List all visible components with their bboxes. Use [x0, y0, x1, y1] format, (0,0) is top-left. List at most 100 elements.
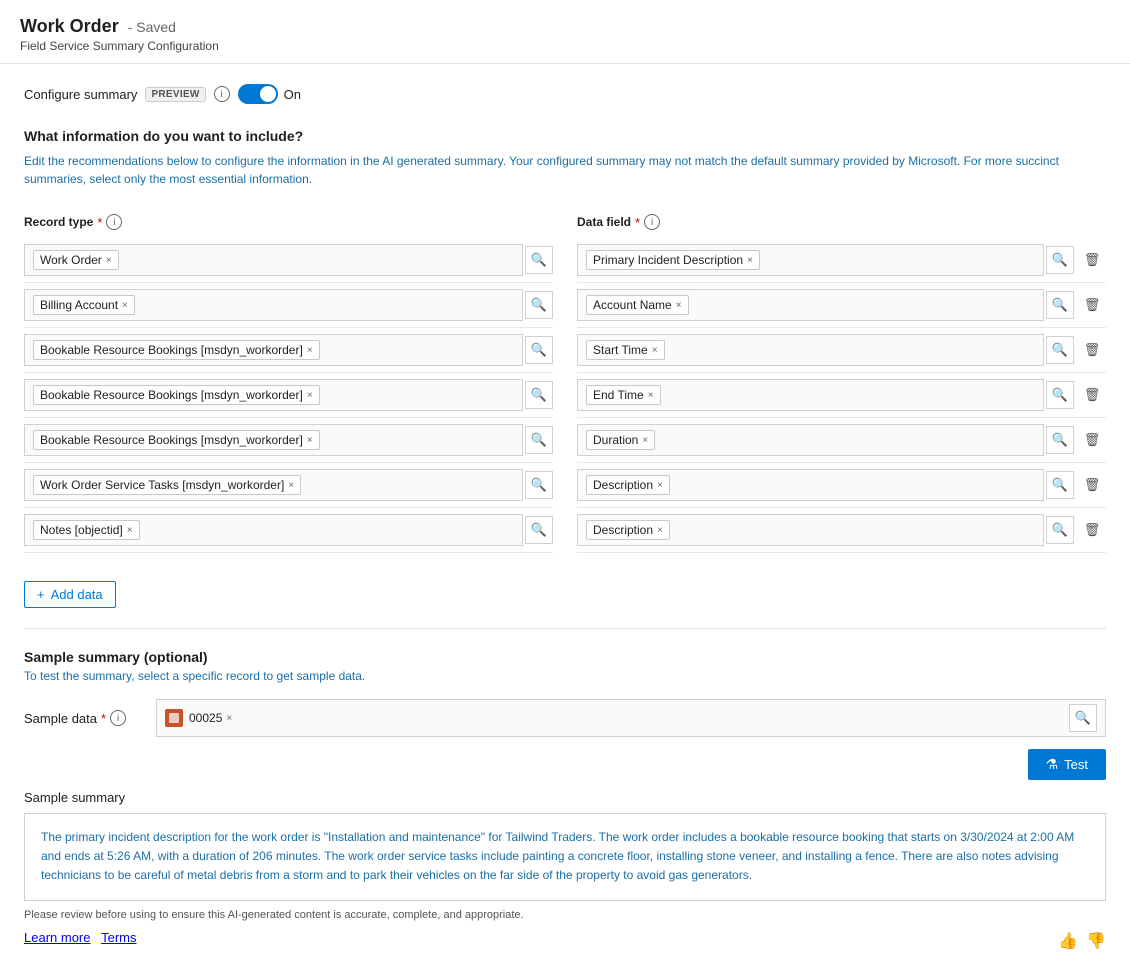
record-tag-remove-5[interactable]: ×	[307, 435, 313, 446]
record-input-5[interactable]: Bookable Resource Bookings [msdyn_workor…	[24, 424, 523, 456]
record-search-btn-2[interactable]: 🔍	[525, 291, 553, 319]
df-input-7[interactable]: Description ×	[577, 514, 1044, 546]
df-search-btn-5[interactable]: 🔍	[1046, 426, 1074, 454]
record-input-1[interactable]: Work Order ×	[24, 244, 523, 276]
df-search-btn-7[interactable]: 🔍	[1046, 516, 1074, 544]
record-tag-text-1: Work Order	[40, 253, 102, 267]
record-search-btn-3[interactable]: 🔍	[525, 336, 553, 364]
df-tag-3: Start Time ×	[586, 340, 665, 360]
fields-grid: Record type * i Work Order × 🔍	[24, 208, 1106, 553]
df-row-6: Description × 🔍 🗑	[577, 463, 1106, 508]
df-delete-btn-7[interactable]: 🗑	[1078, 516, 1106, 544]
page-title: Work Order - Saved	[20, 16, 1110, 37]
learn-more-link[interactable]: Learn more	[24, 930, 90, 945]
df-input-3[interactable]: Start Time ×	[577, 334, 1044, 366]
df-delete-btn-2[interactable]: 🗑	[1078, 291, 1106, 319]
sample-summary-box: The primary incident description for the…	[24, 813, 1106, 901]
df-search-btn-4[interactable]: 🔍	[1046, 381, 1074, 409]
df-delete-btn-3[interactable]: 🗑	[1078, 336, 1106, 364]
record-search-btn-7[interactable]: 🔍	[525, 516, 553, 544]
sample-section: Sample summary (optional) To test the su…	[24, 649, 1106, 951]
record-tag-6: Work Order Service Tasks [msdyn_workorde…	[33, 475, 301, 495]
section-divider	[24, 628, 1106, 629]
configure-info-icon[interactable]: i	[214, 86, 230, 102]
df-tag-remove-4[interactable]: ×	[648, 390, 654, 401]
thumbs-down-icon[interactable]: 👎	[1086, 931, 1106, 951]
footer-note-text: Please review before using to ensure thi…	[24, 909, 524, 921]
df-delete-btn-4[interactable]: 🗑	[1078, 381, 1106, 409]
data-field-info-icon[interactable]: i	[644, 214, 660, 230]
data-field-required: *	[635, 215, 640, 230]
df-input-2[interactable]: Account Name ×	[577, 289, 1044, 321]
sample-search-button[interactable]: 🔍	[1069, 704, 1097, 732]
record-input-6[interactable]: Work Order Service Tasks [msdyn_workorde…	[24, 469, 523, 501]
record-search-btn-6[interactable]: 🔍	[525, 471, 553, 499]
page-header: Work Order - Saved Field Service Summary…	[0, 0, 1130, 64]
add-data-button[interactable]: + Add data	[24, 581, 116, 608]
df-tag-remove-2[interactable]: ×	[676, 300, 682, 311]
terms-link[interactable]: Terms	[101, 930, 136, 945]
sample-record-remove[interactable]: ×	[226, 713, 232, 724]
record-type-label: Record type	[24, 215, 93, 229]
df-tag-remove-6[interactable]: ×	[657, 480, 663, 491]
preview-badge: PREVIEW	[145, 87, 205, 102]
sample-data-input[interactable]: 00025 × 🔍	[156, 699, 1106, 737]
test-btn-row: ⚗ Test	[24, 749, 1106, 780]
df-input-5[interactable]: Duration ×	[577, 424, 1044, 456]
df-tag-1: Primary Incident Description ×	[586, 250, 760, 270]
record-tag-remove-3[interactable]: ×	[307, 345, 313, 356]
record-type-header: Record type * i	[24, 208, 553, 238]
df-tag-remove-5[interactable]: ×	[642, 435, 648, 446]
sample-summary-text: The primary incident description for the…	[41, 828, 1089, 886]
df-tag-remove-1[interactable]: ×	[747, 255, 753, 266]
df-tag-6: Description ×	[586, 475, 670, 495]
df-input-4[interactable]: End Time ×	[577, 379, 1044, 411]
test-button[interactable]: ⚗ Test	[1028, 749, 1106, 780]
df-input-1[interactable]: Primary Incident Description ×	[577, 244, 1044, 276]
record-tag-remove-4[interactable]: ×	[307, 390, 313, 401]
summary-toggle[interactable]	[238, 84, 278, 104]
configure-label: Configure summary	[24, 87, 137, 102]
record-input-3[interactable]: Bookable Resource Bookings [msdyn_workor…	[24, 334, 523, 366]
df-search-btn-3[interactable]: 🔍	[1046, 336, 1074, 364]
df-tag-7: Description ×	[586, 520, 670, 540]
test-btn-label: Test	[1064, 757, 1088, 772]
df-search-btn-6[interactable]: 🔍	[1046, 471, 1074, 499]
record-tag-5: Bookable Resource Bookings [msdyn_workor…	[33, 430, 320, 450]
record-tag-text-2: Billing Account	[40, 298, 118, 312]
record-search-btn-4[interactable]: 🔍	[525, 381, 553, 409]
df-row-1: Primary Incident Description × 🔍 🗑	[577, 238, 1106, 283]
record-search-btn-1[interactable]: 🔍	[525, 246, 553, 274]
df-tag-remove-3[interactable]: ×	[652, 345, 658, 356]
footer-note: Please review before using to ensure thi…	[24, 909, 1106, 921]
df-tag-4: End Time ×	[586, 385, 661, 405]
footer-actions: 👍 👎	[1058, 931, 1106, 951]
df-input-6[interactable]: Description ×	[577, 469, 1044, 501]
record-type-info-icon[interactable]: i	[106, 214, 122, 230]
record-row-5: Bookable Resource Bookings [msdyn_workor…	[24, 418, 553, 463]
record-tag-remove-2[interactable]: ×	[122, 300, 128, 311]
record-tag-text-4: Bookable Resource Bookings [msdyn_workor…	[40, 388, 303, 402]
record-tag-text-6: Work Order Service Tasks [msdyn_workorde…	[40, 478, 284, 492]
record-icon-inner	[169, 713, 179, 723]
df-tag-remove-7[interactable]: ×	[657, 525, 663, 536]
add-data-label: Add data	[51, 587, 103, 602]
toggle-container: On	[238, 84, 301, 104]
record-tag-remove-7[interactable]: ×	[127, 525, 133, 536]
df-delete-btn-6[interactable]: 🗑	[1078, 471, 1106, 499]
df-search-btn-1[interactable]: 🔍	[1046, 246, 1074, 274]
record-tag-text-7: Notes [objectid]	[40, 523, 123, 537]
thumbs-up-icon[interactable]: 👍	[1058, 931, 1078, 951]
record-input-2[interactable]: Billing Account ×	[24, 289, 523, 321]
record-row-4: Bookable Resource Bookings [msdyn_workor…	[24, 373, 553, 418]
df-row-3: Start Time × 🔍 🗑	[577, 328, 1106, 373]
record-tag-remove-1[interactable]: ×	[106, 255, 112, 266]
record-search-btn-5[interactable]: 🔍	[525, 426, 553, 454]
df-delete-btn-5[interactable]: 🗑	[1078, 426, 1106, 454]
df-search-btn-2[interactable]: 🔍	[1046, 291, 1074, 319]
sample-data-info-icon[interactable]: i	[110, 710, 126, 726]
record-input-7[interactable]: Notes [objectid] ×	[24, 514, 523, 546]
record-input-4[interactable]: Bookable Resource Bookings [msdyn_workor…	[24, 379, 523, 411]
record-tag-remove-6[interactable]: ×	[288, 480, 294, 491]
df-delete-btn-1[interactable]: 🗑	[1078, 246, 1106, 274]
